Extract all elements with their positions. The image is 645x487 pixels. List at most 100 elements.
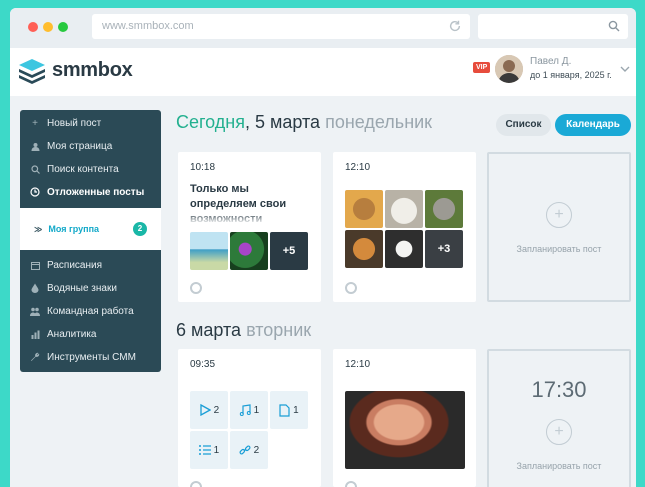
list-icon [198,445,211,455]
sidebar: + Новый пост Моя страница Поиск контента … [20,110,161,372]
clock-icon [30,187,40,197]
text-fade [190,212,312,224]
maximize-dot[interactable] [58,22,68,32]
team-icon [30,306,40,316]
date-label: , 5 марта [245,112,326,132]
today-label: Сегодня [176,112,245,132]
sidebar-item-label: Отложенные посты [47,186,145,198]
minimize-dot[interactable] [43,22,53,32]
sidebar-item-label: Аналитика [47,328,97,340]
sidebar-item-label: Расписания [47,259,102,271]
user-name[interactable]: Павел Д. [530,56,571,67]
document-attachment[interactable]: 1 [270,391,308,429]
document-icon [279,403,290,417]
image-thumbnail[interactable] [230,232,268,270]
schedule-post-label: Запланировать пост [516,461,602,471]
list-view-button[interactable]: Список [496,114,551,136]
search-icon [30,164,40,174]
brand-name: smmbox [52,59,133,81]
gear-icon[interactable] [190,481,202,487]
weekday-label: вторник [246,320,312,340]
sidebar-item-label: Командная работа [47,305,134,317]
sidebar-item-new-post[interactable]: + Новый пост [20,112,161,134]
avatar[interactable] [495,55,523,83]
image-thumbnail[interactable] [345,190,383,228]
list-attachment[interactable]: 1 [190,431,228,469]
schedule-post-slot[interactable]: 17:30 + Запланировать пост [487,349,631,487]
image-thumbnail[interactable] [345,391,465,469]
gear-icon[interactable] [345,481,357,487]
wrench-icon [30,352,40,362]
post-card[interactable]: 09:35 2 1 1 1 2 [178,349,321,487]
post-card[interactable]: 12:10 +3 [333,152,476,302]
schedule-post-label: Запланировать пост [516,244,602,254]
attachment-count: 2 [213,404,220,416]
logo-icon [19,59,45,84]
sidebar-item-my-page[interactable]: Моя страница [20,135,161,157]
audio-attachment[interactable]: 1 [230,391,268,429]
music-icon [239,404,251,416]
plus-icon: + [32,117,38,129]
chart-icon [30,329,40,339]
sidebar-item-label: Поиск контента [47,163,119,175]
browser-search[interactable] [478,14,628,39]
image-thumbnail[interactable] [190,232,228,270]
plus-icon[interactable]: + [546,202,572,228]
more-images-count[interactable]: +3 [425,230,463,268]
schedule-time: 17:30 [531,377,587,402]
more-images-count[interactable]: +5 [270,232,308,270]
image-thumbnail[interactable] [425,190,463,228]
post-time: 12:10 [345,359,371,370]
day-heading-tomorrow: 6 марта вторник [176,320,311,341]
drop-icon [30,283,40,293]
chevron-down-icon[interactable] [620,66,630,72]
date-label: 6 марта [176,320,247,340]
image-thumbnail[interactable] [385,230,423,268]
sidebar-item-teamwork[interactable]: Командная работа [20,300,161,322]
user-icon [30,141,40,151]
post-time: 12:10 [345,162,371,173]
url-text: www.smmbox.com [102,20,194,32]
browser-bar: www.smmbox.com [10,8,636,48]
main-content: + Новый пост Моя страница Поиск контента … [10,96,636,487]
close-dot[interactable] [28,22,38,32]
image-thumbnail[interactable] [345,230,383,268]
post-time: 09:35 [190,359,216,370]
sidebar-item-watermarks[interactable]: Водяные знаки [20,277,161,299]
sidebar-item-search-content[interactable]: Поиск контента [20,158,161,180]
post-card[interactable]: 10:18 Только мы определяем свои возможно… [178,152,321,302]
app-header: smmbox VIP Павел Д. до 1 января, 2025 г. [10,48,636,96]
calendar-view-button[interactable]: Календарь [555,114,631,136]
sidebar-item-smm-tools[interactable]: Инструменты СММ [20,346,161,368]
group-icon: ≫ [34,224,43,234]
attachment-count: 1 [253,404,260,416]
gear-icon[interactable] [345,282,357,294]
video-attachment[interactable]: 2 [190,391,228,429]
address-bar[interactable]: www.smmbox.com [92,14,470,39]
attachment-count: 1 [213,444,220,456]
browser-window: www.smmbox.com smmbox VIP Павел Д. до 1 … [10,8,636,487]
sidebar-item-my-group[interactable]: ≫ Моя группа 2 [20,208,161,250]
calendar-icon [30,260,40,270]
weekday-label: понедельник [325,112,433,132]
plus-icon[interactable]: + [546,419,572,445]
sidebar-item-label: Моя группа [48,224,100,234]
link-attachment[interactable]: 2 [230,431,268,469]
attachment-count: 2 [253,444,260,456]
schedule-post-slot[interactable]: + Запланировать пост [487,152,631,302]
reload-icon[interactable] [448,19,462,33]
avatar-image [495,55,523,83]
sidebar-item-label: Водяные знаки [47,282,117,294]
gear-icon[interactable] [190,282,202,294]
sidebar-item-analytics[interactable]: Аналитика [20,323,161,345]
attachment-count: 1 [293,404,299,416]
image-thumbnail[interactable] [385,190,423,228]
sidebar-item-label: Моя страница [47,140,113,152]
sidebar-item-schedules[interactable]: Расписания [20,254,161,276]
post-card[interactable]: 12:10 [333,349,476,487]
sidebar-item-scheduled-posts[interactable]: Отложенные посты [20,181,161,203]
sidebar-item-label: Новый пост [47,117,102,129]
play-icon [200,404,211,416]
post-time: 10:18 [190,162,216,173]
sidebar-item-label: Инструменты СММ [47,351,136,363]
